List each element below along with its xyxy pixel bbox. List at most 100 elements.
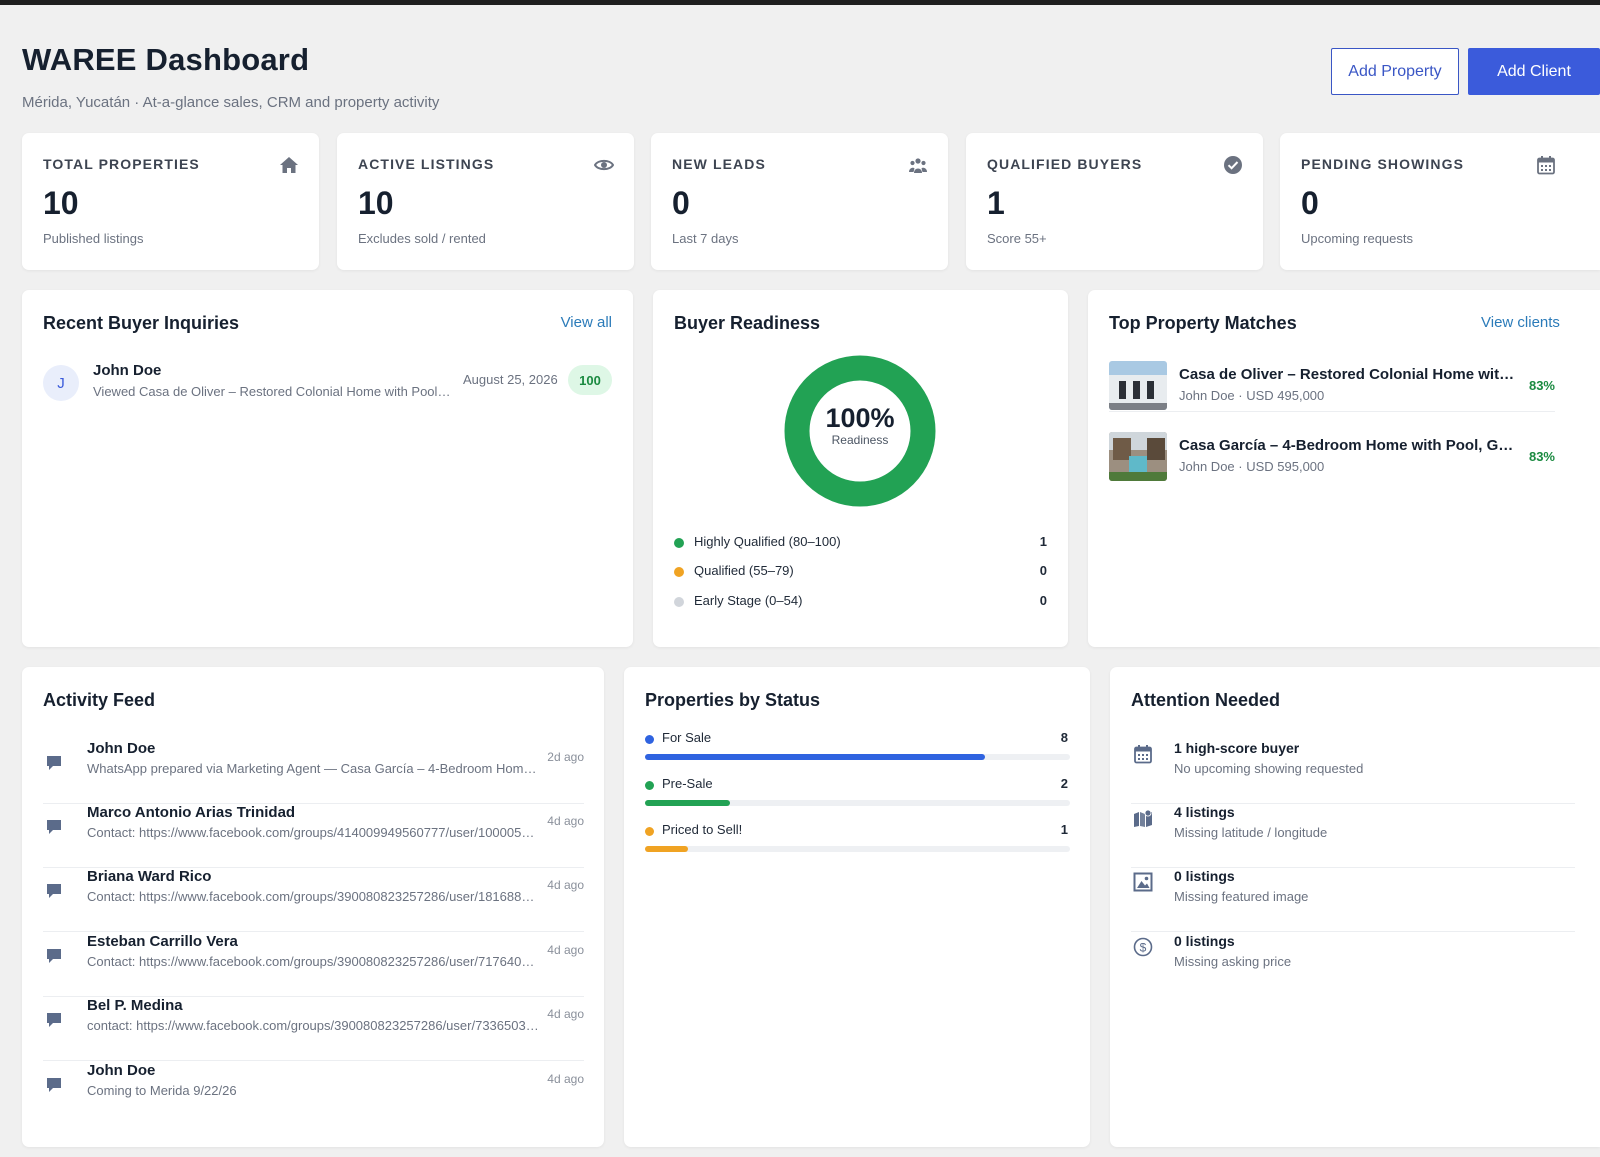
activity-item[interactable]: Marco Antonio Arias Trinidad Contact: ht… <box>43 804 584 868</box>
card-title: Activity Feed <box>43 690 156 710</box>
status-bar-track <box>645 754 1070 760</box>
activity-name: Briana Ward Rico <box>87 868 212 885</box>
legend-label: Highly Qualified (80–100) <box>694 534 841 549</box>
attention-needed-card: Attention Needed 1 high-score buyer No u… <box>1110 667 1600 1147</box>
comment-icon <box>47 820 61 834</box>
activity-time: 4d ago <box>547 878 584 892</box>
stat-card-pending-showings: PENDING SHOWINGS 0 Upcoming requests <box>1280 133 1600 270</box>
status-dot <box>645 735 654 744</box>
status-row-priced-to-sell: Priced to Sell! 1 <box>645 822 1070 852</box>
match-percent: 83% <box>1528 449 1555 464</box>
dollar-icon: $ <box>1133 937 1153 957</box>
activity-message: WhatsApp prepared via Marketing Agent — … <box>87 761 539 776</box>
divider <box>1109 411 1555 412</box>
attention-item[interactable]: 4 listings Missing latitude / longitude <box>1131 804 1575 868</box>
status-row-for-sale: For Sale 8 <box>645 730 1070 760</box>
stat-note: Upcoming requests <box>1301 231 1413 246</box>
attention-item[interactable]: 1 high-score buyer No upcoming showing r… <box>1131 740 1575 804</box>
card-title: Attention Needed <box>1131 690 1281 710</box>
svg-text:$: $ <box>1140 941 1147 955</box>
match-item[interactable]: Casa García – 4-Bedroom Home with Pool, … <box>1109 432 1555 490</box>
add-client-button[interactable]: Add Client <box>1468 48 1600 95</box>
stat-note: Excludes sold / rented <box>358 231 486 246</box>
top-matches-card: Top Property Matches View clients Casa d… <box>1088 290 1600 647</box>
attention-title: 1 high-score buyer <box>1174 740 1300 756</box>
inquiry-name: John Doe <box>93 362 162 379</box>
activity-name: Esteban Carrillo Vera <box>87 933 238 950</box>
activity-item[interactable]: Bel P. Medina contact: https://www.faceb… <box>43 997 584 1061</box>
legend-count: 0 <box>1039 593 1047 608</box>
status-bar-fill <box>645 754 985 760</box>
users-icon <box>909 158 927 173</box>
check-circle-icon <box>1224 156 1242 174</box>
activity-time: 2d ago <box>547 750 584 764</box>
activity-time: 4d ago <box>547 943 584 957</box>
stat-card-qualified-buyers: QUALIFIED BUYERS 1 Score 55+ <box>966 133 1263 270</box>
stat-label: NEW LEADS <box>672 156 766 172</box>
stat-value: 10 <box>358 185 394 221</box>
match-percent: 83% <box>1528 378 1555 393</box>
page-header: WAREE Dashboard Mérida, Yucatán · At-a-g… <box>22 42 439 111</box>
legend-item-qualified: Qualified (55–79) 0 <box>674 563 1047 583</box>
view-all-link[interactable]: View all <box>561 314 612 331</box>
inquiry-row[interactable]: J John Doe Viewed Casa de Oliver – Resto… <box>43 362 613 402</box>
status-bar-track <box>645 800 1070 806</box>
activity-item[interactable]: Esteban Carrillo Vera Contact: https://w… <box>43 933 584 997</box>
activity-message: Contact: https://www.facebook.com/groups… <box>87 825 539 840</box>
activity-item[interactable]: Briana Ward Rico Contact: https://www.fa… <box>43 868 584 932</box>
activity-time: 4d ago <box>547 1072 584 1086</box>
activity-message: contact: https://www.facebook.com/groups… <box>87 1018 539 1033</box>
calendar-icon <box>1134 745 1152 764</box>
activity-name: John Doe <box>87 740 156 757</box>
attention-item[interactable]: 0 listings Missing featured image <box>1131 868 1575 932</box>
stat-value: 1 <box>987 185 1005 221</box>
attention-item[interactable]: $ 0 listings Missing asking price <box>1131 933 1575 997</box>
activity-message: Contact: https://www.facebook.com/groups… <box>87 954 539 969</box>
attention-subtitle: Missing featured image <box>1174 889 1309 904</box>
status-bar-track <box>645 846 1070 852</box>
stat-value: 0 <box>1301 185 1319 221</box>
readiness-label: Readiness <box>831 433 889 447</box>
card-title: Recent Buyer Inquiries <box>43 313 240 333</box>
legend-dot <box>674 567 684 577</box>
status-bar-fill <box>645 846 688 852</box>
view-clients-link[interactable]: View clients <box>1481 314 1560 331</box>
attention-title: 4 listings <box>1174 804 1235 820</box>
status-dot <box>645 781 654 790</box>
inquiry-message: Viewed Casa de Oliver – Restored Colonia… <box>93 384 453 399</box>
attention-subtitle: Missing latitude / longitude <box>1174 825 1328 840</box>
properties-by-status-card: Properties by Status For Sale 8 Pre-Sale… <box>624 667 1090 1147</box>
map-icon <box>1134 809 1152 827</box>
property-thumbnail <box>1109 361 1167 410</box>
legend-item-highly-qualified: Highly Qualified (80–100) 1 <box>674 534 1047 554</box>
status-label: For Sale <box>662 730 712 745</box>
activity-message: Contact: https://www.facebook.com/groups… <box>87 889 539 904</box>
legend-label: Qualified (55–79) <box>694 563 794 578</box>
comment-icon <box>47 1013 61 1027</box>
match-subtitle: John Doe · USD 595,000 <box>1179 459 1325 474</box>
add-property-button[interactable]: Add Property <box>1331 48 1459 95</box>
image-icon <box>1133 872 1153 892</box>
page-subtitle: Mérida, Yucatán · At-a-glance sales, CRM… <box>22 94 440 111</box>
activity-item[interactable]: John Doe Coming to Merida 9/22/26 4d ago <box>43 1062 584 1126</box>
readiness-percent: 100% <box>825 403 895 433</box>
stat-note: Score 55+ <box>987 231 1047 246</box>
legend-dot <box>674 538 684 548</box>
stat-label: QUALIFIED BUYERS <box>987 156 1143 172</box>
page-title: WAREE Dashboard <box>22 42 310 77</box>
buyer-readiness-card: Buyer Readiness 100% Readiness Highly Qu… <box>653 290 1068 647</box>
attention-subtitle: No upcoming showing requested <box>1174 761 1364 776</box>
activity-item[interactable]: John Doe WhatsApp prepared via Marketing… <box>43 740 584 804</box>
eye-icon <box>594 159 614 171</box>
status-count: 8 <box>1060 730 1068 745</box>
stat-card-new-leads: NEW LEADS 0 Last 7 days <box>651 133 948 270</box>
top-bar <box>0 0 1600 5</box>
stat-note: Last 7 days <box>672 231 739 246</box>
stat-card-total-properties: TOTAL PROPERTIES 10 Published listings <box>22 133 319 270</box>
calendar-icon <box>1537 156 1555 175</box>
match-subtitle: John Doe · USD 495,000 <box>1179 388 1325 403</box>
legend-label: Early Stage (0–54) <box>694 593 803 608</box>
legend-count: 1 <box>1039 534 1047 549</box>
score-badge: 100 <box>568 365 612 395</box>
avatar: J <box>43 365 79 401</box>
